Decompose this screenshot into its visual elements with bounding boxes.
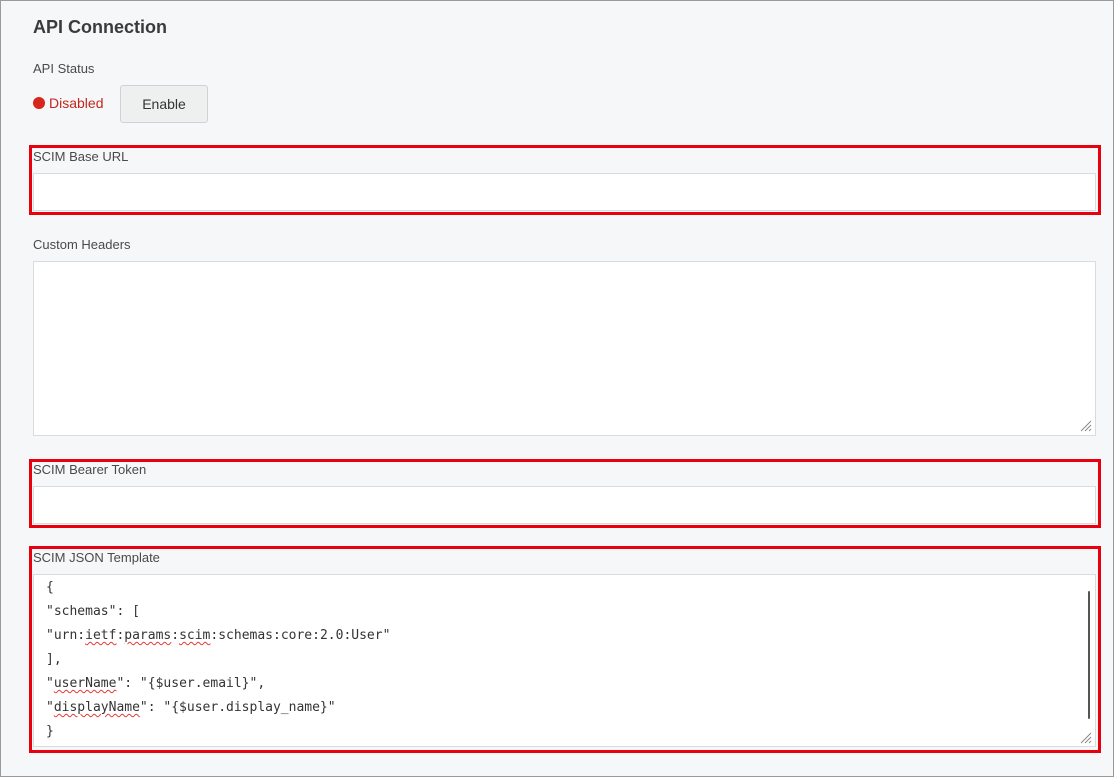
api-status-label: API Status <box>33 61 95 76</box>
section-title: API Connection <box>33 17 167 37</box>
custom-headers-label: Custom Headers <box>33 237 131 252</box>
custom-headers-textarea[interactable] <box>33 261 1096 436</box>
api-connection-panel: API Connection API Status Disabled Enabl… <box>0 0 1114 777</box>
scim-base-url-highlight <box>29 145 1101 215</box>
status-dot-icon <box>33 97 45 109</box>
enable-button[interactable]: Enable <box>120 85 208 123</box>
scim-bearer-token-highlight <box>29 459 1101 528</box>
status-text: Disabled <box>49 95 104 111</box>
resize-grip-icon[interactable] <box>1080 420 1092 432</box>
scim-json-template-highlight <box>29 546 1101 753</box>
api-status-indicator: Disabled <box>33 94 103 112</box>
